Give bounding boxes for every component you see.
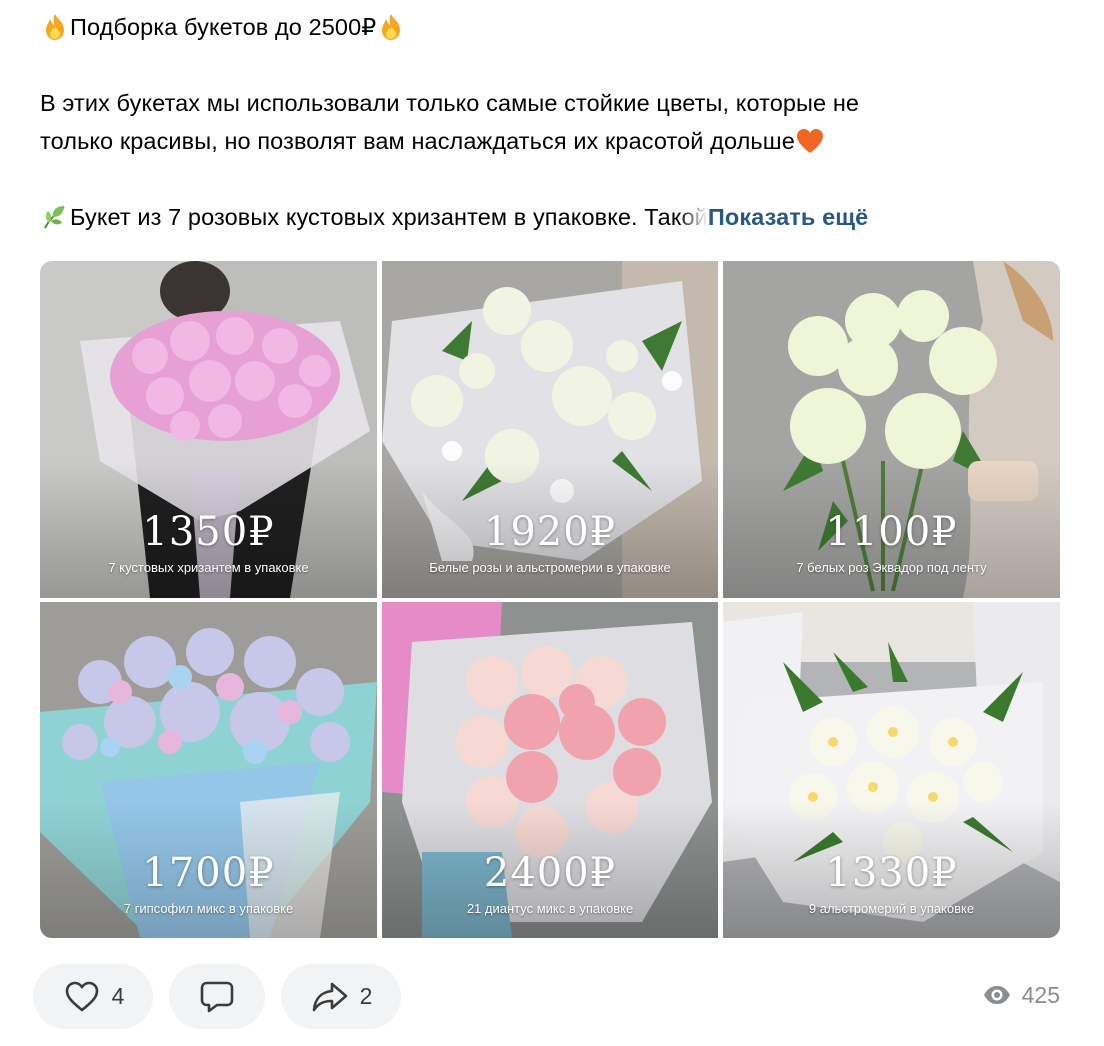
heart-icon — [796, 129, 823, 153]
photo-gallery: 1350₽ 7 кустовых хризантем в упаковке 19… — [40, 261, 1060, 938]
photo-caption: 7 белых роз Эквадор под ленту — [796, 560, 987, 575]
photo-caption: 9 альстромерий в упаковке — [808, 901, 975, 916]
share-button[interactable]: 2 — [281, 964, 401, 1029]
wall-post: Подборка букетов до 2500₽ В этих букетах… — [0, 0, 1104, 1046]
fire-icon — [382, 14, 401, 40]
fire-icon — [46, 14, 64, 40]
gallery-photo-1[interactable]: 1350₽ 7 кустовых хризантем в упаковке — [40, 261, 377, 598]
comment-button[interactable] — [169, 964, 265, 1029]
gallery-photo-4[interactable]: 1700₽ 7 гипсофил микс в упаковке — [40, 602, 377, 938]
heart-outline-icon — [65, 981, 98, 1011]
price-label: 1700₽ — [142, 850, 275, 896]
post-title-line: Подборка букетов до 2500₽ — [40, 8, 1070, 46]
price-label: 2400₽ — [483, 850, 617, 896]
views-count: 425 — [1021, 981, 1060, 1008]
post-paragraph-line-2: только красивы, но позволят вам наслажда… — [40, 122, 1070, 160]
post-text: Подборка букетов до 2500₽ В этих букетах… — [40, 8, 1070, 236]
views-counter: 425 — [982, 980, 1060, 1010]
photo-caption: 21 диантус микс в упаковке — [466, 901, 634, 916]
photo-caption: 7 гипсофил микс в упаковке — [123, 901, 294, 916]
eye-icon — [983, 986, 1010, 1004]
gallery-photo-5[interactable]: 2400₽ 21 диантус микс в упаковке — [382, 602, 718, 938]
leaf-icon — [44, 206, 65, 229]
photo-caption: 7 кустовых хризантем в упаковке — [108, 560, 309, 575]
post-title: Подборка букетов до 2500₽ — [70, 14, 377, 40]
post-actions: 4 2 — [33, 964, 401, 1029]
photo-caption: Белые розы и альстромерии в упаковке — [429, 560, 671, 575]
price-label: 1100₽ — [825, 509, 958, 555]
show-more-link[interactable]: Показать ещё — [708, 198, 868, 236]
price-label: 1330₽ — [825, 850, 958, 896]
share-arrow-icon — [312, 982, 347, 1011]
like-button[interactable]: 4 — [33, 964, 153, 1029]
paragraph-text-2: только красивы, но позволят вам наслажда… — [40, 128, 795, 154]
gallery-photo-6[interactable]: 1330₽ 9 альстромерий в упаковке — [723, 602, 1060, 938]
gallery-photo-3[interactable]: 1100₽ 7 белых роз Эквадор под ленту — [723, 261, 1060, 598]
post-paragraph-line-1: В этих букетах мы использовали только са… — [40, 84, 1070, 122]
price-label: 1920₽ — [483, 509, 617, 555]
gallery-photo-2[interactable]: 1920₽ Белые розы и альстромерии в упаков… — [382, 261, 718, 598]
item-text: Букет из 7 розовых кустовых хризантем в … — [70, 198, 708, 236]
comment-icon — [200, 981, 234, 1012]
post-item-line: Букет из 7 розовых кустовых хризантем в … — [40, 198, 1070, 236]
share-count: 2 — [359, 983, 373, 1009]
price-label: 1350₽ — [142, 509, 275, 555]
like-count: 4 — [111, 983, 125, 1009]
paragraph-text-1: В этих букетах мы использовали только са… — [40, 90, 860, 116]
